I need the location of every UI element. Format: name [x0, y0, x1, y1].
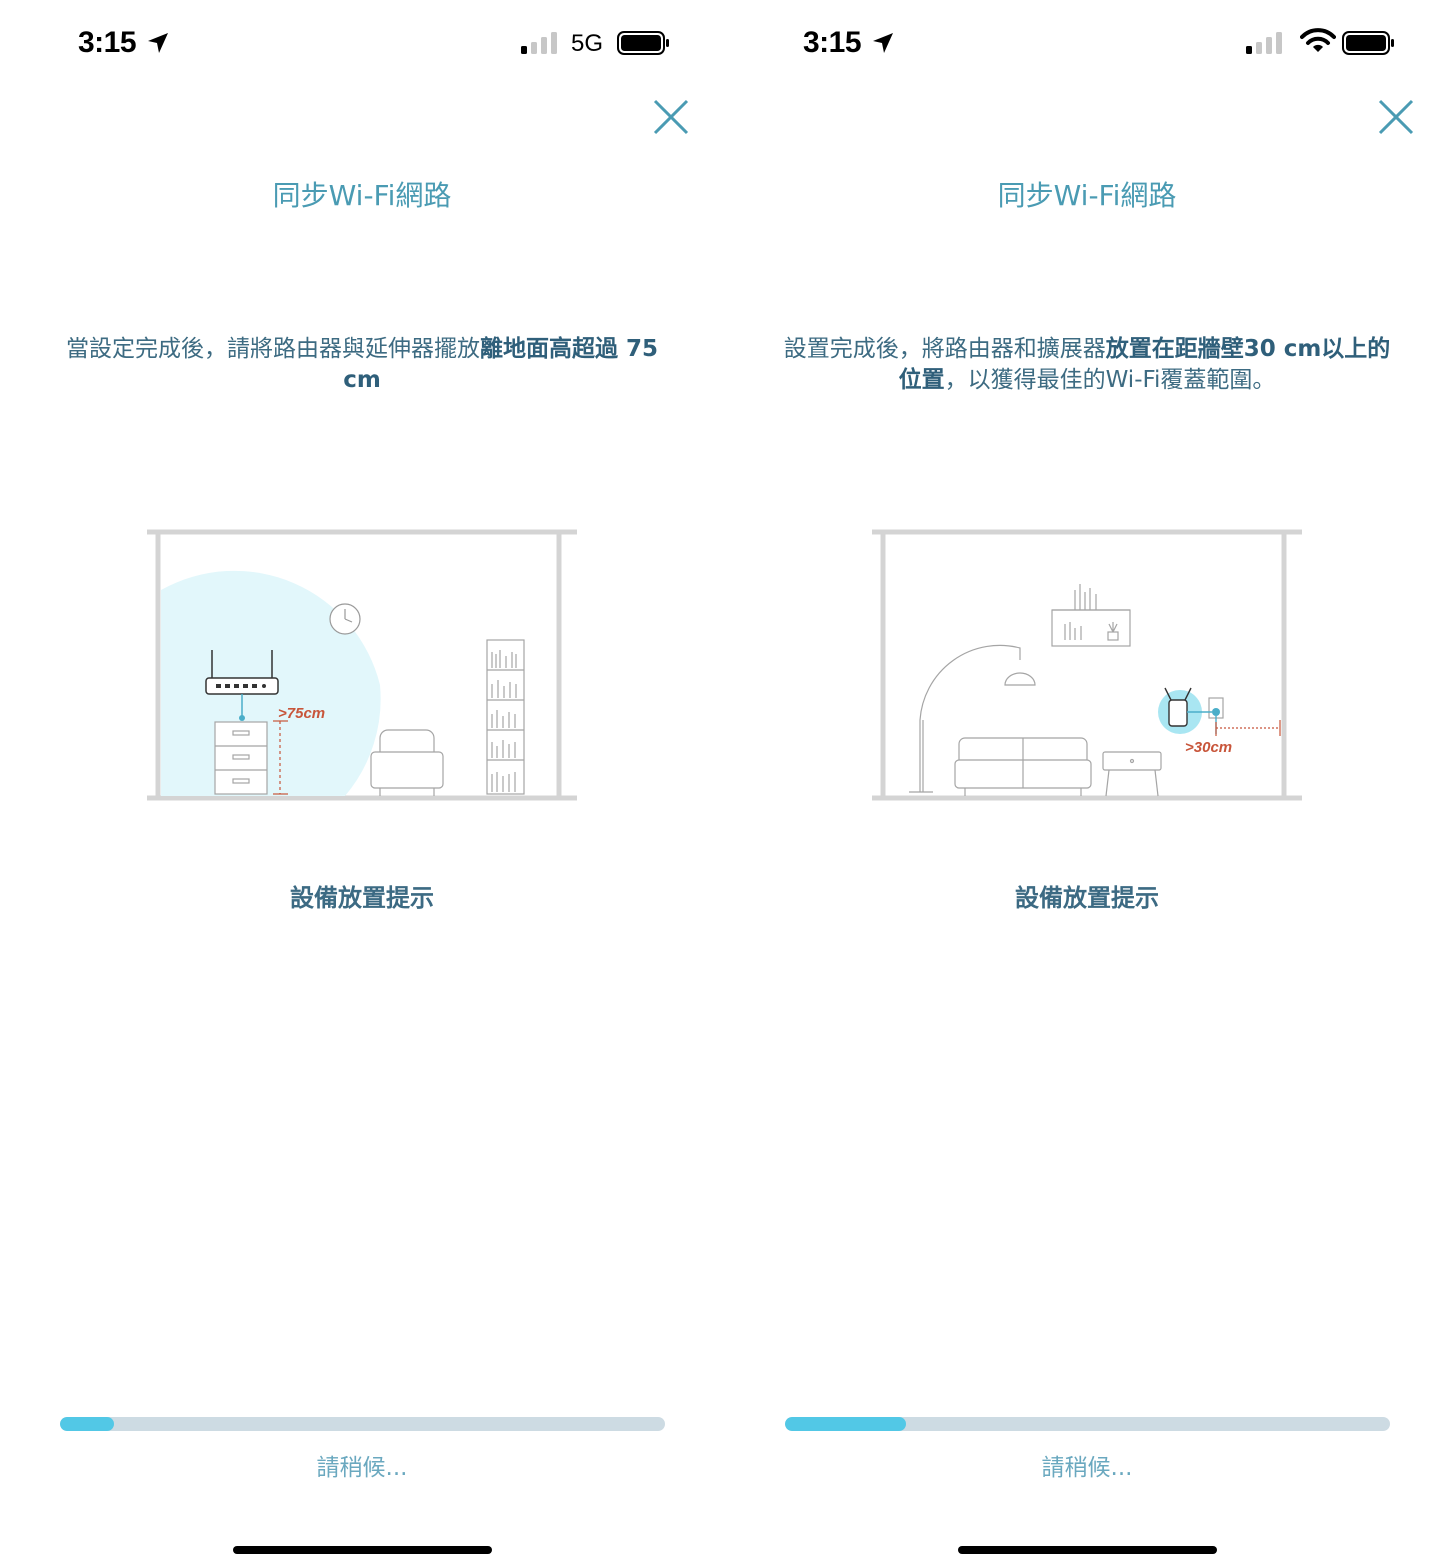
- distance-label: >30cm: [1185, 739, 1232, 756]
- network-type: 5G: [571, 30, 604, 57]
- cellular-signal-icon: [1246, 32, 1282, 54]
- wall-clock-icon: [329, 603, 361, 635]
- placement-description: 當設定完成後，請將路由器與延伸器擺放離地面高超過 75 cm: [50, 334, 674, 396]
- battery-icon: [617, 31, 669, 55]
- status-time: 3:15: [78, 26, 137, 59]
- progress-bar: [60, 1417, 665, 1431]
- cellular-signal-icon: [521, 32, 557, 54]
- wifi-icon: [1300, 28, 1336, 52]
- armchair-icon: [370, 729, 444, 796]
- description-text: 當設定完成後，請將路由器與延伸器擺放: [65, 336, 480, 362]
- progress-bar: [785, 1417, 1390, 1431]
- location-arrow-icon: [873, 33, 893, 53]
- page-title: 同步Wi-Fi網路: [997, 179, 1177, 212]
- phone-screen-wall-distance: 3:15 同步Wi-Fi網路 設置完成後，將路由器和擴展器放置在距牆壁30 cm…: [725, 0, 1440, 1568]
- page-title: 同步Wi-Fi網路: [272, 179, 452, 212]
- location-arrow-icon: [148, 33, 168, 53]
- router-placement-illustration: >75cm: [147, 529, 577, 801]
- side-table-icon: [1102, 751, 1162, 797]
- hint-title: 設備放置提示: [290, 884, 434, 912]
- description-text: 設置完成後，將路由器和擴展器: [783, 336, 1106, 362]
- home-indicator[interactable]: [958, 1546, 1217, 1554]
- placement-description: 設置完成後，將路由器和擴展器放置在距牆壁30 cm以上的位置，以獲得最佳的Wi-…: [775, 334, 1399, 396]
- home-indicator[interactable]: [233, 1546, 492, 1554]
- distance-marker: [1215, 720, 1281, 736]
- sofa-icon: [954, 737, 1092, 796]
- battery-icon: [1342, 31, 1394, 55]
- extender-placement-illustration: >30cm: [872, 529, 1302, 801]
- close-icon[interactable]: [1375, 96, 1417, 138]
- progress-fill: [785, 1417, 906, 1431]
- close-icon[interactable]: [650, 96, 692, 138]
- phone-screen-router-height: 3:15 5G 同步Wi-Fi網路 當設定完成後，請將路由器與延伸器擺放離地面高…: [0, 0, 724, 1568]
- wall-shelf-icon: [1051, 584, 1131, 647]
- progress-fill: [60, 1417, 114, 1431]
- description-suffix: ，以獲得最佳的Wi-Fi覆蓋範圍。: [944, 367, 1276, 393]
- status-time: 3:15: [803, 26, 862, 59]
- height-label: >75cm: [278, 705, 325, 722]
- status-text: 請稍候...: [1041, 1455, 1133, 1481]
- hint-title: 設備放置提示: [1015, 884, 1159, 912]
- bookshelf-icon: [486, 639, 525, 795]
- status-text: 請稍候...: [316, 1455, 408, 1481]
- drawer-cabinet-icon: [214, 721, 268, 795]
